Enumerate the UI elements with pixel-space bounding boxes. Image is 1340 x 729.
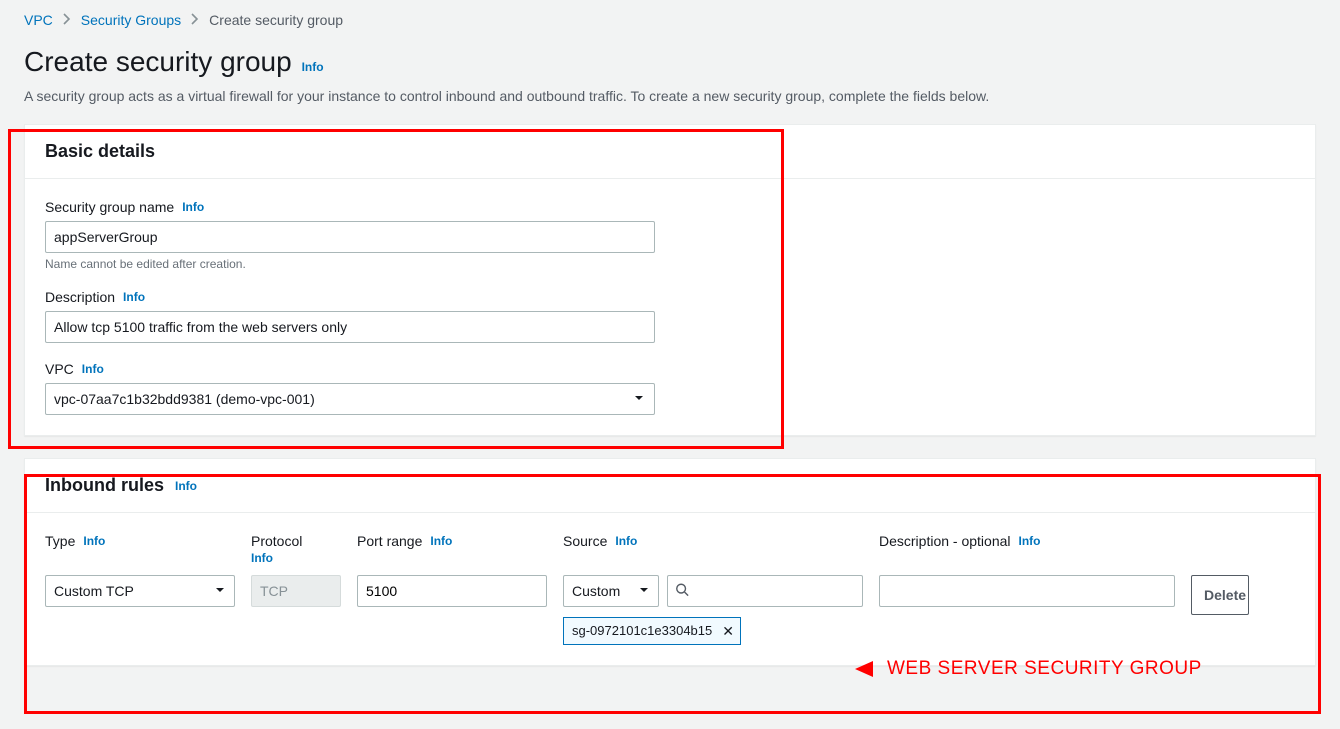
rule-source-search-input[interactable] [667, 575, 863, 607]
annotation-callout: WEB SERVER SECURITY GROUP [855, 658, 1202, 680]
info-link[interactable]: Info [615, 534, 637, 548]
caret-down-icon [214, 583, 226, 599]
sg-name-help: Name cannot be edited after creation. [45, 257, 1295, 271]
info-link[interactable]: Info [430, 534, 452, 548]
col-source-label: Source [563, 533, 607, 549]
source-sg-token-text: sg-0972101c1e3304b15 [572, 623, 712, 638]
description-label: Description [45, 289, 115, 305]
info-link[interactable]: Info [123, 290, 145, 304]
search-icon [675, 583, 689, 600]
col-type-label: Type [45, 533, 75, 549]
rule-port-input[interactable] [357, 575, 547, 607]
inbound-rules-heading: Inbound rules [45, 475, 164, 495]
chevron-right-icon [191, 12, 199, 28]
basic-details-heading: Basic details [25, 125, 1315, 179]
vpc-select[interactable] [45, 383, 655, 415]
inbound-rules-card: Inbound rules Info Type Info Protocol In… [24, 458, 1316, 666]
info-link[interactable]: Info [82, 362, 104, 376]
page-subtitle: A security group acts as a virtual firew… [24, 88, 1316, 104]
rule-type-select[interactable]: Custom TCP [45, 575, 235, 607]
info-link[interactable]: Info [251, 551, 341, 565]
info-link[interactable]: Info [182, 200, 204, 214]
page-title: Create security group [24, 46, 292, 78]
info-link[interactable]: Info [175, 479, 197, 493]
chevron-right-icon [63, 12, 71, 28]
caret-down-icon [638, 583, 650, 599]
breadcrumb-current: Create security group [209, 12, 343, 28]
close-icon[interactable]: ✕ [722, 622, 734, 641]
col-port-label: Port range [357, 533, 422, 549]
sg-name-input[interactable] [45, 221, 655, 253]
breadcrumb: VPC Security Groups Create security grou… [24, 12, 1316, 28]
source-sg-token: sg-0972101c1e3304b15 ✕ [563, 617, 741, 645]
rule-source-mode-value: Custom [572, 583, 620, 599]
info-link[interactable]: Info [302, 60, 324, 74]
col-protocol-label: Protocol [251, 533, 302, 549]
rule-type-value: Custom TCP [54, 583, 134, 599]
delete-rule-button[interactable]: Delete [1191, 575, 1249, 615]
sg-name-label: Security group name [45, 199, 174, 215]
description-input[interactable] [45, 311, 655, 343]
basic-details-card: Basic details Security group name Info N… [24, 124, 1316, 436]
vpc-label: VPC [45, 361, 74, 377]
rule-description-input[interactable] [879, 575, 1175, 607]
arrow-left-icon [855, 659, 883, 679]
rule-protocol-field: TCP [251, 575, 341, 607]
info-link[interactable]: Info [1019, 534, 1041, 548]
col-desc-label: Description - optional [879, 533, 1011, 549]
inbound-rule-row: Custom TCP TCP [45, 575, 1295, 645]
breadcrumb-vpc-link[interactable]: VPC [24, 12, 53, 28]
info-link[interactable]: Info [83, 534, 105, 548]
annotation-text: WEB SERVER SECURITY GROUP [887, 658, 1202, 680]
rule-source-mode-select[interactable]: Custom [563, 575, 659, 607]
breadcrumb-security-groups-link[interactable]: Security Groups [81, 12, 181, 28]
rule-protocol-value: TCP [260, 583, 288, 599]
